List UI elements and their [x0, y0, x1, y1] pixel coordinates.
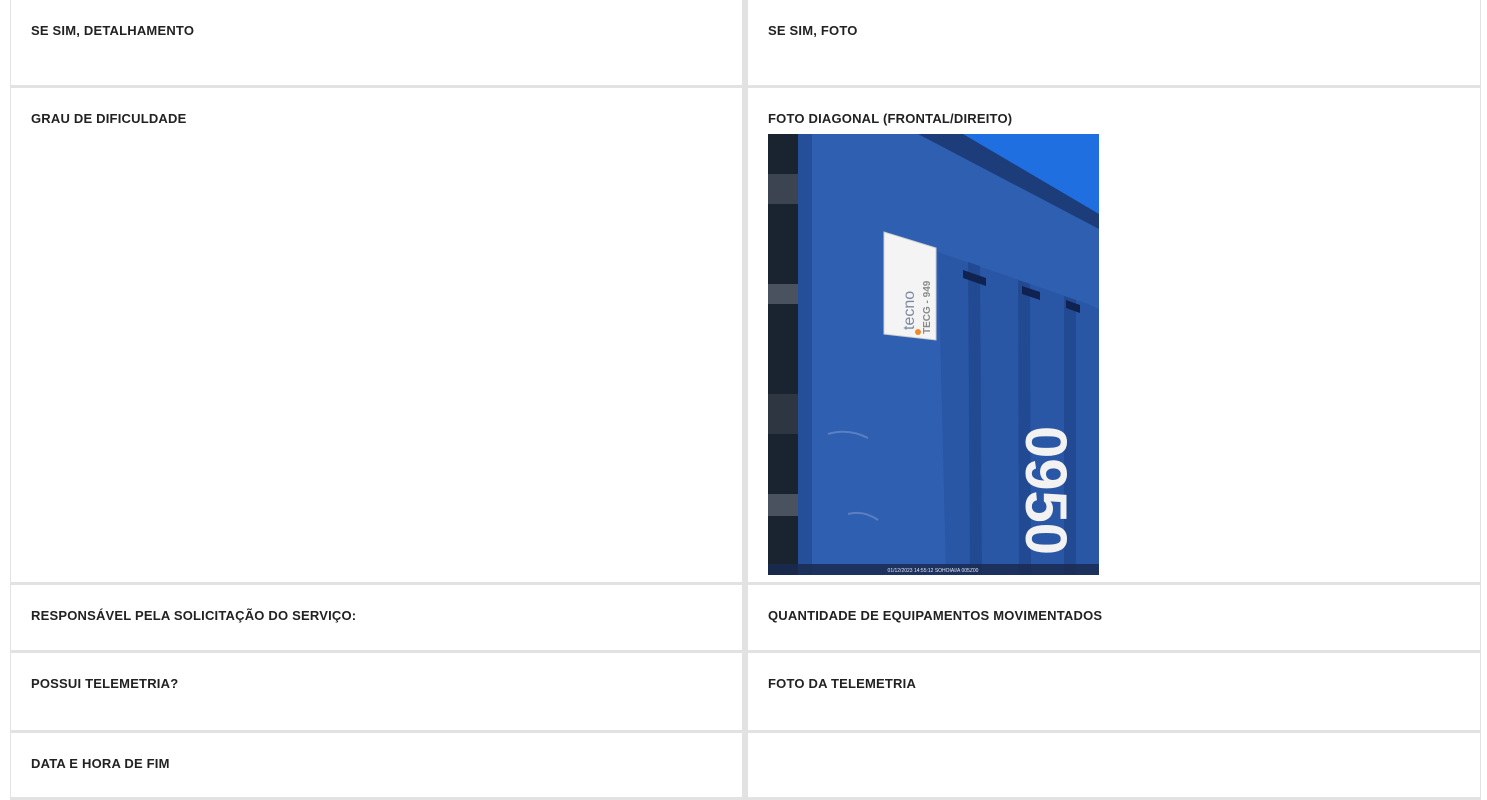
field-possui-telemetria: POSSUI TELEMETRIA?: [10, 653, 743, 733]
photo-timestamp: 01/12/2023 14:55:12 SOHOIAI/A 005Z00: [888, 568, 979, 574]
field-se-sim-foto: SE SIM, FOTO: [747, 0, 1481, 88]
field-label: GRAU DE DIFICULDADE: [31, 111, 187, 126]
field-data-hora-fim: DATA E HORA DE FIM: [10, 733, 743, 800]
field-label: DATA E HORA DE FIM: [31, 756, 170, 771]
field-grau-de-dificuldade: GRAU DE DIFICULDADE: [10, 88, 743, 585]
field-label: SE SIM, DETALHAMENTO: [31, 23, 195, 38]
plate-brand: tecno: [901, 291, 918, 330]
container-painted-number: 0950: [1013, 426, 1078, 555]
field-responsavel-solicitacao: RESPONSÁVEL PELA SOLICITAÇÃO DO SERVIÇO:: [10, 585, 743, 653]
field-label: SE SIM, FOTO: [768, 23, 858, 38]
field-quantidade-equipamentos: QUANTIDADE DE EQUIPAMENTOS MOVIMENTADOS: [747, 585, 1481, 653]
field-label: FOTO DIAGONAL (FRONTAL/DIREITO): [768, 111, 1013, 126]
field-se-sim-detalhamento: SE SIM, DETALHAMENTO: [10, 0, 743, 88]
field-label: POSSUI TELEMETRIA?: [31, 676, 179, 691]
form-grid: SE SIM, DETALHAMENTO SE SIM, FOTO GRAU D…: [10, 0, 1481, 800]
field-foto-telemetria: FOTO DA TELEMETRIA: [747, 653, 1481, 733]
plate-code: TECG - 949: [922, 280, 933, 334]
container-photo[interactable]: tecno TECG - 949 0950 01/12/2023 14:55:1…: [768, 134, 1099, 575]
field-foto-diagonal: FOTO DIAGONAL (FRONTAL/DIREITO) tecno TE…: [747, 88, 1481, 585]
field-empty: [747, 733, 1481, 800]
field-label: FOTO DA TELEMETRIA: [768, 676, 917, 691]
field-label: RESPONSÁVEL PELA SOLICITAÇÃO DO SERVIÇO:: [31, 608, 357, 623]
field-label: QUANTIDADE DE EQUIPAMENTOS MOVIMENTADOS: [768, 608, 1103, 623]
